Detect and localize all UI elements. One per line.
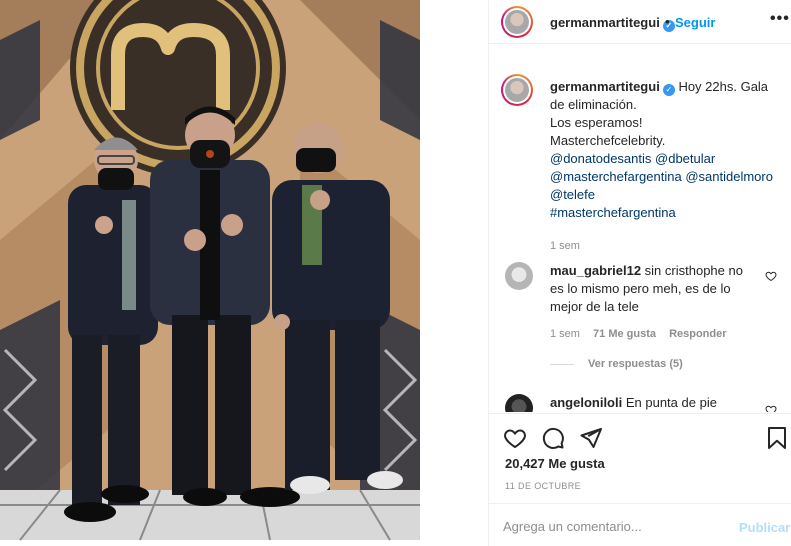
comment-line-1: En punta de pie [625,395,717,410]
author-username[interactable]: germanmartitegui ✓ [550,15,675,32]
mention-link[interactable]: @telefe [550,187,595,202]
follow-button[interactable]: Seguir [675,15,715,30]
comment-line-2: es lo mismo pero meh, es de lo [550,281,731,296]
post-header: germanmartitegui ✓ • Seguir ••• [489,0,791,44]
caption-text: germanmartitegui ✓ Hoy 22hs. Gala de elim… [550,78,790,222]
mention-link[interactable]: @santidelmoro [685,169,773,184]
mention-link[interactable]: @masterchefargentina [550,169,682,184]
publish-button[interactable]: Publicar [739,520,790,535]
mention-link[interactable]: @donatodesantis [550,151,651,166]
post-likes-count[interactable]: 20,427 Me gusta [505,456,605,471]
comment-heart-icon[interactable] [765,404,777,412]
comments-list[interactable]: germanmartitegui ✓ Hoy 22hs. Gala de elim… [489,62,791,412]
author-avatar[interactable] [501,6,533,38]
mention-link[interactable]: @dbetular [655,151,715,166]
instagram-post-view: germanmartitegui ✓ • Seguir ••• germanmar… [0,0,791,546]
caption: germanmartitegui ✓ Hoy 22hs. Gala de elim… [501,74,791,252]
comment-text: mau_gabriel12 sin cristhophe no es lo mi… [550,262,760,316]
caption-line-3: Los esperamos! [550,115,643,130]
comment-text: angeloniloli En punta de pie [550,394,760,412]
view-replies-button[interactable]: Ver respuestas (5) [550,358,683,370]
comment-line-1: sin cristhophe no [644,263,743,278]
commenter-avatar[interactable] [505,394,533,412]
comment-icon[interactable] [541,426,565,450]
caption-line-1: Hoy 22hs. Gala [678,79,769,94]
caption-avatar[interactable] [501,74,533,106]
comment-time[interactable]: 1 sem [550,328,580,340]
comment-username[interactable]: angeloniloli [550,395,622,410]
caption-username[interactable]: germanmartitegui [550,79,660,94]
caption-line-2: de eliminación. [550,97,637,112]
verified-badge-icon: ✓ [662,84,675,96]
post-date[interactable]: 11 DE OCTUBRE [505,481,581,491]
comment-likes[interactable]: 71 Me gusta [593,328,656,340]
comment-heart-icon[interactable] [765,270,777,282]
caption-meta: 1 sem [550,240,590,252]
comment-line-3: mejor de la tele [550,299,639,314]
more-dots-icon[interactable]: ••• [770,10,790,28]
add-comment-bar: Publicar [489,503,791,546]
hashtag-link[interactable]: #masterchefargentina [550,205,676,220]
bookmark-icon[interactable] [765,426,789,450]
caption-line-4: Masterchefcelebrity. [550,133,666,148]
heart-icon[interactable] [503,426,527,450]
comment-username[interactable]: mau_gabriel12 [550,263,641,278]
share-icon[interactable] [579,426,603,450]
post-photo[interactable] [0,0,427,546]
separator-dot: • [665,14,670,29]
caption-time[interactable]: 1 sem [550,240,580,252]
commenter-avatar[interactable] [505,262,533,290]
post-side-panel: germanmartitegui ✓ • Seguir ••• germanmar… [488,0,791,546]
reply-button[interactable]: Responder [669,328,726,340]
comment-item: angeloniloli En punta de pie [501,392,791,412]
replies-divider [550,363,574,365]
comment-meta: 1 sem 71 Me gusta Responder [550,328,737,340]
post-actions: 20,427 Me gusta 11 DE OCTUBRE [489,413,791,503]
comment-input[interactable] [503,516,723,536]
post-photo-image [0,0,427,546]
